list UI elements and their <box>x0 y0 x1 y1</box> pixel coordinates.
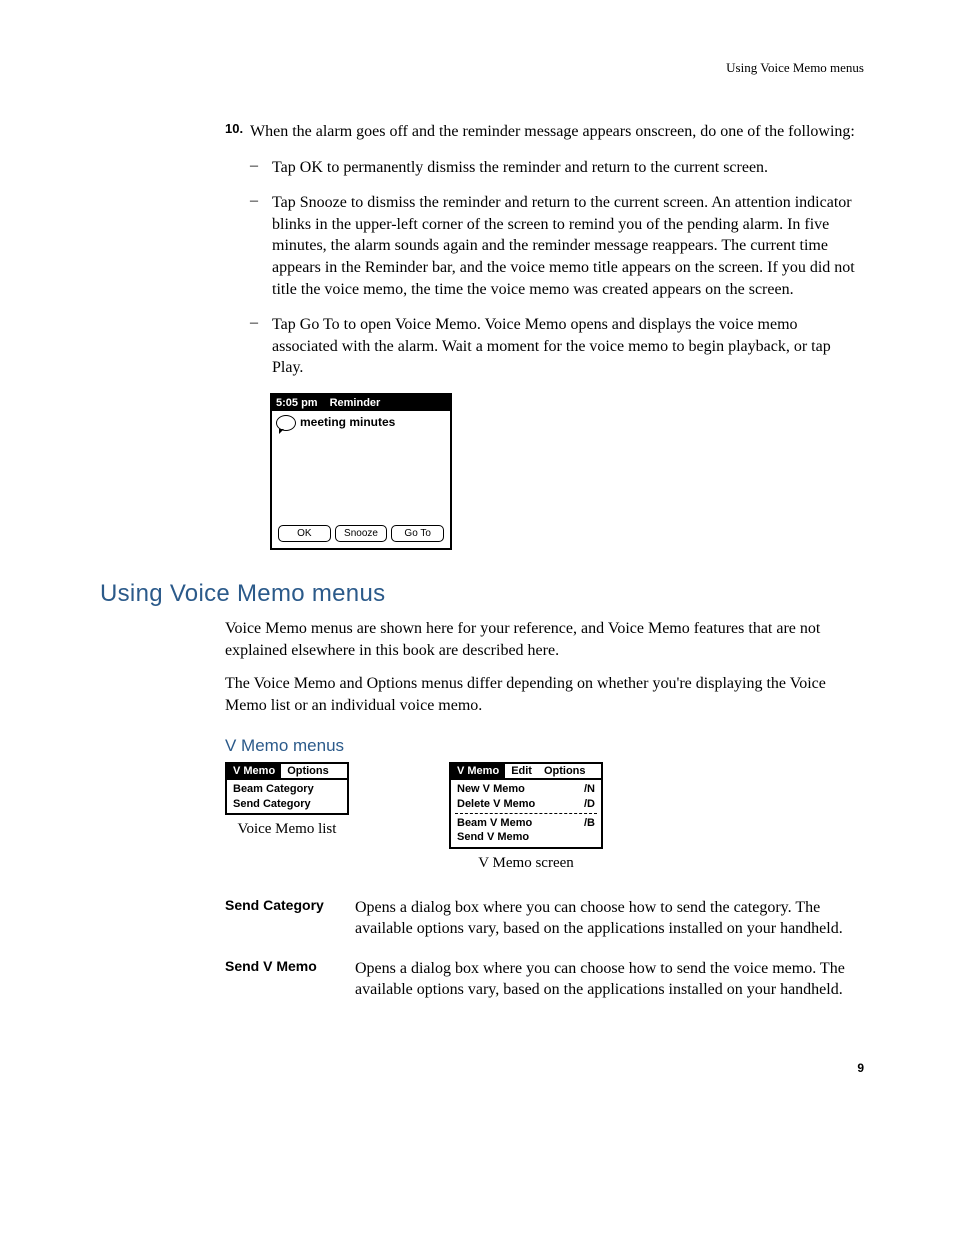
step-block: 10. When the alarm goes off and the remi… <box>225 121 864 379</box>
menu-item-send-vmemo[interactable]: Send V Memo <box>451 830 601 844</box>
menu-item-beam-vmemo[interactable]: Beam V Memo /B <box>451 816 601 830</box>
snooze-button[interactable]: Snooze <box>335 525 388 542</box>
menu-caption: Voice Memo list <box>225 821 349 838</box>
section-heading: Using Voice Memo menus <box>100 580 864 608</box>
menu-item-send-category[interactable]: Send Category <box>227 797 347 811</box>
menu-divider <box>455 813 597 814</box>
menu-tab-vmemo[interactable]: V Memo <box>451 764 505 778</box>
bullet-list: – Tap OK to permanently dismiss the remi… <box>250 157 864 379</box>
section-paragraph: The Voice Memo and Options menus differ … <box>225 673 864 716</box>
menu-tab-edit[interactable]: Edit <box>505 764 538 778</box>
definitions-table: Send Category Opens a dialog box where y… <box>225 897 864 1001</box>
vmemo-list-menu: V Memo Options Beam Category Send Catego… <box>225 762 349 815</box>
goto-button[interactable]: Go To <box>391 525 444 542</box>
bullet-dash: – <box>250 192 272 300</box>
sub-heading: V Memo menus <box>225 736 864 756</box>
reminder-screenshot: 5:05 pm Reminder meeting minutes OK Snoo… <box>270 393 864 550</box>
bullet-text: Tap Go To to open Voice Memo. Voice Memo… <box>272 314 864 379</box>
menu-item-new-vmemo[interactable]: New V Memo /N <box>451 782 601 796</box>
running-head: Using Voice Memo menus <box>100 60 864 76</box>
def-term: Send Category <box>225 897 355 940</box>
menu-item-beam-category[interactable]: Beam Category <box>227 782 347 796</box>
speech-bubble-icon <box>276 415 296 431</box>
bullet-dash: – <box>250 314 272 379</box>
menu-item-delete-vmemo[interactable]: Delete V Memo /D <box>451 797 601 811</box>
menu-tab-options[interactable]: Options <box>538 764 592 778</box>
bullet-text: Tap OK to permanently dismiss the remind… <box>272 157 768 179</box>
step-text: When the alarm goes off and the reminder… <box>250 121 855 143</box>
def-desc: Opens a dialog box where you can choose … <box>355 958 864 1001</box>
def-term: Send V Memo <box>225 958 355 1001</box>
section-paragraph: Voice Memo menus are shown here for your… <box>225 618 864 661</box>
reminder-time: 5:05 pm <box>276 397 318 409</box>
menu-screenshots: V Memo Options Beam Category Send Catego… <box>225 762 864 871</box>
bullet-dash: – <box>250 157 272 179</box>
bullet-text: Tap Snooze to dismiss the reminder and r… <box>272 192 864 300</box>
page-number: 9 <box>100 1061 864 1075</box>
ok-button[interactable]: OK <box>278 525 331 542</box>
menu-tab-vmemo[interactable]: V Memo <box>227 764 281 778</box>
step-number: 10. <box>225 121 250 143</box>
reminder-title: Reminder <box>330 397 446 409</box>
menu-tab-options[interactable]: Options <box>281 764 335 778</box>
def-desc: Opens a dialog box where you can choose … <box>355 897 864 940</box>
menu-caption: V Memo screen <box>449 855 603 872</box>
reminder-content-text: meeting minutes <box>300 415 395 429</box>
vmemo-screen-menu: V Memo Edit Options New V Memo /N Delete… <box>449 762 603 848</box>
